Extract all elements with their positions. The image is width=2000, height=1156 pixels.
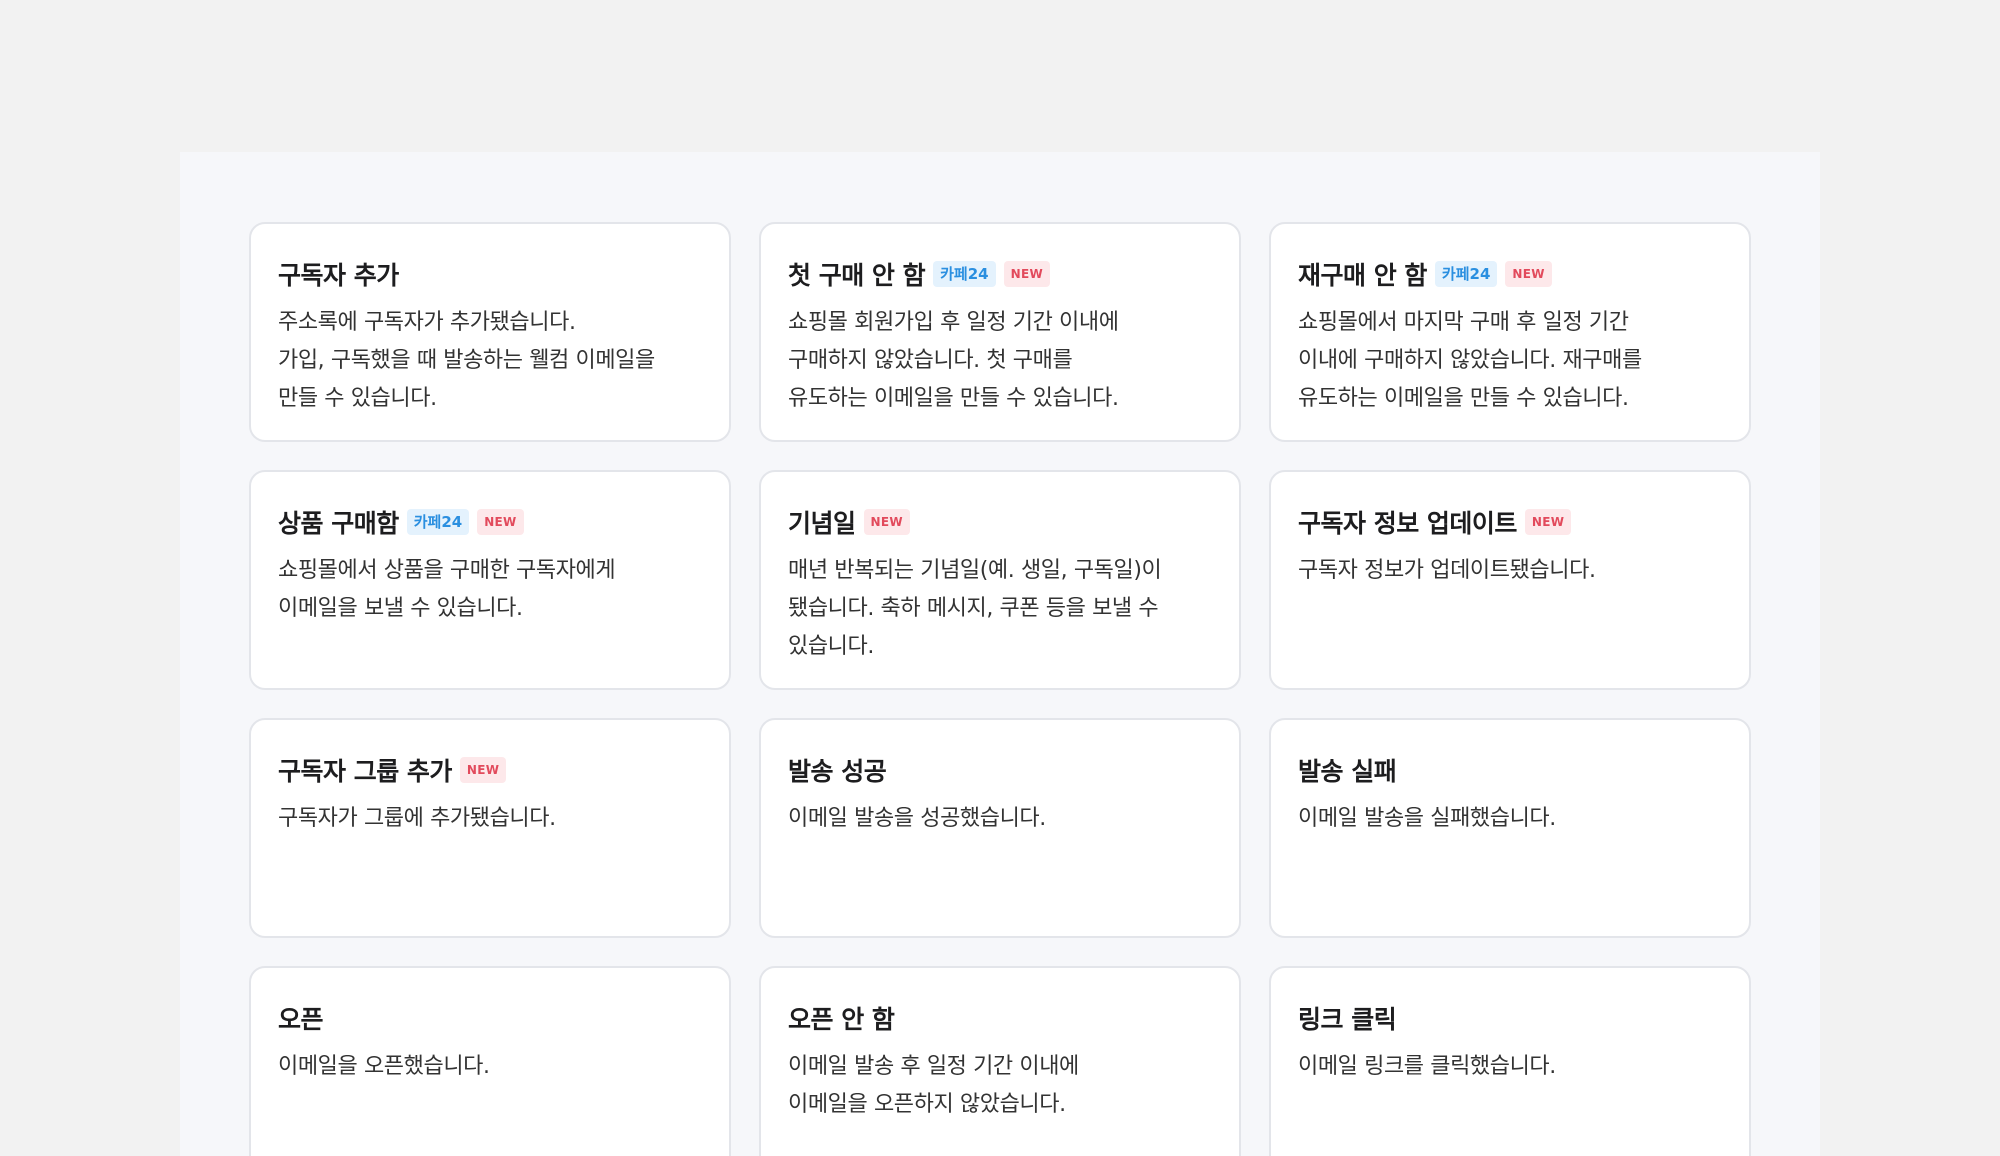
card-description: 주소록에 구독자가 추가됐습니다. 가입, 구독했을 때 발송하는 웰컴 이메일… <box>278 310 655 411</box>
card-description: 이메일 발송을 성공했습니다. <box>788 806 1046 831</box>
trigger-card-subscriber-added[interactable]: 구독자 추가 주소록에 구독자가 추가됐습니다. 가입, 구독했을 때 발송하는… <box>249 222 731 442</box>
card-title: 오픈 안 함 <box>788 1005 895 1034</box>
trigger-panel: 구독자 추가 주소록에 구독자가 추가됐습니다. 가입, 구독했을 때 발송하는… <box>180 152 1820 1156</box>
card-title: 재구매 안 함 <box>1298 261 1427 290</box>
card-title: 링크 클릭 <box>1298 1005 1397 1034</box>
card-header: 링크 클릭 <box>1298 998 1723 1038</box>
card-title: 발송 실패 <box>1298 757 1397 786</box>
card-description: 쇼핑몰에서 상품을 구매한 구독자에게 이메일을 보낼 수 있습니다. <box>278 558 616 621</box>
card-title: 기념일 <box>788 509 856 538</box>
card-description: 매년 반복되는 기념일(예. 생일, 구독일)이 됐습니다. 축하 메시지, 쿠… <box>788 558 1162 659</box>
trigger-card-product-purchased[interactable]: 상품 구매함 카페24 NEW 쇼핑몰에서 상품을 구매한 구독자에게 이메일을… <box>249 470 731 690</box>
new-badge: NEW <box>1524 509 1572 535</box>
new-badge: NEW <box>459 757 507 783</box>
card-description: 쇼핑몰 회원가입 후 일정 기간 이내에 구매하지 않았습니다. 첫 구매를 유… <box>788 310 1119 411</box>
card-header: 구독자 정보 업데이트 NEW <box>1298 502 1723 542</box>
trigger-card-link-click[interactable]: 링크 클릭 이메일 링크를 클릭했습니다. <box>1269 966 1751 1156</box>
card-description: 구독자 정보가 업데이트됐습니다. <box>1298 558 1596 583</box>
cafe24-badge: 카페24 <box>406 509 470 535</box>
cafe24-badge: 카페24 <box>933 261 996 287</box>
card-header: 발송 실패 <box>1298 750 1723 790</box>
card-header: 재구매 안 함 카페24 NEW <box>1298 254 1723 294</box>
trigger-card-send-failure[interactable]: 발송 실패 이메일 발송을 실패했습니다. <box>1269 718 1751 938</box>
card-title: 상품 구매함 <box>278 509 399 538</box>
card-title: 구독자 추가 <box>278 261 399 290</box>
card-title: 구독자 정보 업데이트 <box>1298 509 1517 538</box>
trigger-card-open[interactable]: 오픈 이메일을 오픈했습니다. <box>249 966 731 1156</box>
cafe24-badge: 카페24 <box>1434 261 1498 287</box>
trigger-card-subscriber-info-updated[interactable]: 구독자 정보 업데이트 NEW 구독자 정보가 업데이트됐습니다. <box>1269 470 1751 690</box>
card-description: 이메일을 오픈했습니다. <box>278 1054 490 1079</box>
card-title: 발송 성공 <box>788 757 887 786</box>
card-description: 구독자가 그룹에 추가됐습니다. <box>278 806 556 831</box>
trigger-card-no-repurchase[interactable]: 재구매 안 함 카페24 NEW 쇼핑몰에서 마지막 구매 후 일정 기간 이내… <box>1269 222 1751 442</box>
new-badge: NEW <box>863 509 910 535</box>
card-title: 구독자 그룹 추가 <box>278 757 452 786</box>
new-badge: NEW <box>1003 261 1050 287</box>
card-header: 구독자 그룹 추가 NEW <box>278 750 703 790</box>
card-description: 이메일 발송 후 일정 기간 이내에 이메일을 오픈하지 않았습니다. <box>788 1054 1079 1117</box>
trigger-card-no-first-purchase[interactable]: 첫 구매 안 함 카페24 NEW 쇼핑몰 회원가입 후 일정 기간 이내에 구… <box>759 222 1241 442</box>
trigger-card-anniversary[interactable]: 기념일 NEW 매년 반복되는 기념일(예. 생일, 구독일)이 됐습니다. 축… <box>759 470 1241 690</box>
card-header: 첫 구매 안 함 카페24 NEW <box>788 254 1213 294</box>
card-description: 쇼핑몰에서 마지막 구매 후 일정 기간 이내에 구매하지 않았습니다. 재구매… <box>1298 310 1642 411</box>
card-title: 첫 구매 안 함 <box>788 261 926 290</box>
new-badge: NEW <box>477 509 524 535</box>
trigger-card-not-opened[interactable]: 오픈 안 함 이메일 발송 후 일정 기간 이내에 이메일을 오픈하지 않았습니… <box>759 966 1241 1156</box>
card-header: 기념일 NEW <box>788 502 1213 542</box>
trigger-card-send-success[interactable]: 발송 성공 이메일 발송을 성공했습니다. <box>759 718 1241 938</box>
card-header: 발송 성공 <box>788 750 1213 790</box>
card-title: 오픈 <box>278 1005 324 1034</box>
card-description: 이메일 발송을 실패했습니다. <box>1298 806 1556 831</box>
card-header: 상품 구매함 카페24 NEW <box>278 502 703 542</box>
card-header: 구독자 추가 <box>278 254 703 294</box>
new-badge: NEW <box>1505 261 1552 287</box>
trigger-card-subscriber-group-added[interactable]: 구독자 그룹 추가 NEW 구독자가 그룹에 추가됐습니다. <box>249 718 731 938</box>
trigger-grid: 구독자 추가 주소록에 구독자가 추가됐습니다. 가입, 구독했을 때 발송하는… <box>249 222 1751 1156</box>
card-description: 이메일 링크를 클릭했습니다. <box>1298 1054 1556 1079</box>
card-header: 오픈 안 함 <box>788 998 1213 1038</box>
card-header: 오픈 <box>278 998 703 1038</box>
